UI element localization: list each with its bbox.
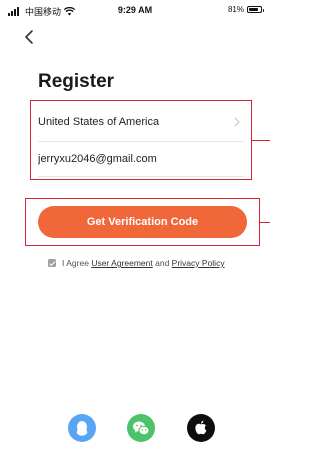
battery-icon <box>247 6 264 13</box>
annotation-box-fields <box>30 100 252 180</box>
qq-login-button[interactable] <box>68 414 96 442</box>
annotation-box-button <box>25 198 260 246</box>
agree-checkbox[interactable] <box>48 259 56 267</box>
user-agreement-link[interactable]: User Agreement <box>91 258 152 268</box>
back-chevron-icon <box>25 30 33 44</box>
wechat-login-button[interactable] <box>127 414 155 442</box>
status-right: 81% <box>227 5 264 14</box>
status-bar: 中国移动 9:29 AM 81% <box>0 0 270 20</box>
page-title: Register <box>38 71 115 92</box>
privacy-policy-link[interactable]: Privacy Policy <box>172 258 225 268</box>
back-button[interactable] <box>20 27 40 47</box>
apple-icon <box>195 420 207 435</box>
register-screen: 中国移动 9:29 AM 81% Register United States … <box>0 0 270 454</box>
qq-icon <box>76 421 88 436</box>
wechat-icon <box>133 421 150 436</box>
battery-percent: 81% <box>227 5 244 14</box>
annotation-line-button <box>260 222 270 223</box>
annotation-line-fields <box>252 140 270 141</box>
agreement-row: I Agree User Agreement and Privacy Polic… <box>48 258 225 268</box>
agree-prefix: I Agree <box>62 258 89 268</box>
agree-and: and <box>155 258 170 268</box>
apple-login-button[interactable] <box>187 414 215 442</box>
